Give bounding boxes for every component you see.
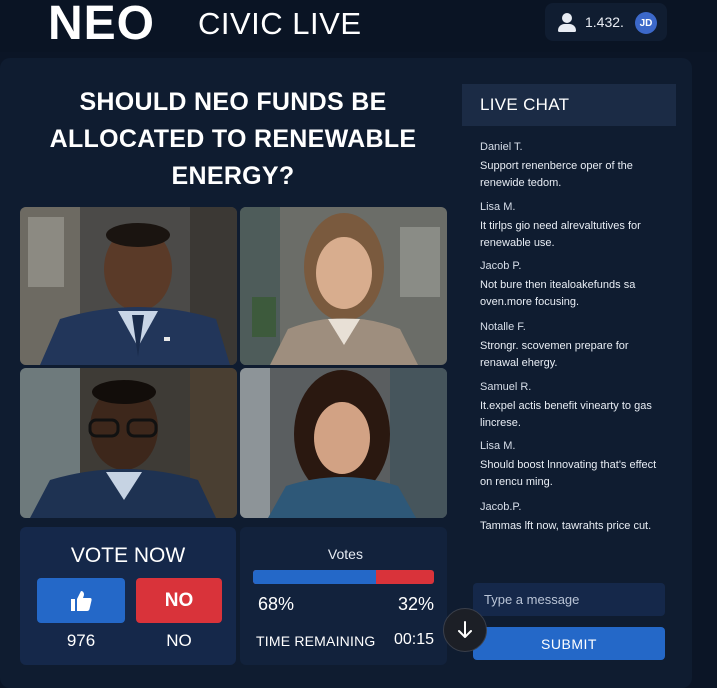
chat-author: Lisa M. bbox=[480, 440, 516, 452]
time-remaining-value: 00:15 bbox=[393, 631, 434, 648]
chat-message: Lisa M. It tirlps gio need alrevaltutive… bbox=[480, 200, 670, 252]
person-icon bbox=[557, 12, 577, 32]
chat-text: Tammas lft now, tawrahts price cut. bbox=[480, 520, 652, 532]
yes-percentage: 68% bbox=[258, 594, 295, 614]
video-tile-participant-2[interactable] bbox=[240, 207, 447, 365]
top-header: NEO CIVIC LIVE 1.432. JD bbox=[0, 0, 717, 52]
chat-text: Strongr. scovemen prepare for renawal eh… bbox=[480, 340, 629, 369]
yes-vote-count: 976 bbox=[66, 631, 96, 650]
participant-1-video bbox=[20, 207, 237, 365]
chat-text: It tirlps gio need alrevaltutives for re… bbox=[480, 220, 641, 249]
time-remaining-label: TIME REMAINING bbox=[256, 633, 376, 649]
video-tile-participant-3[interactable] bbox=[20, 368, 237, 518]
chat-author: Lisa M. bbox=[480, 201, 516, 213]
results-panel: Votes 68% 32% TIME REMAINING 00:15 bbox=[240, 527, 447, 665]
vote-progress-bar bbox=[253, 570, 434, 584]
thumbs-up-icon bbox=[71, 590, 92, 611]
chat-message: Samuel R. It.expel actis benefit vineart… bbox=[480, 380, 670, 432]
live-chat-panel: LIVE CHAT Daniel T. Support renenberce o… bbox=[462, 84, 676, 564]
chat-submit-button[interactable]: SUBMIT bbox=[473, 627, 665, 660]
viewer-count: 1.432. bbox=[585, 14, 624, 30]
chat-author: Jacob P. bbox=[480, 260, 522, 272]
chat-message: Jacob.P. Tammas lft now, tawrahts price … bbox=[480, 500, 670, 535]
participant-3-video bbox=[20, 368, 237, 518]
chat-message: Lisa M. Should boost lnnovating that's e… bbox=[480, 439, 670, 491]
video-tile-participant-1[interactable] bbox=[20, 207, 237, 365]
neo-logo: NEO bbox=[48, 0, 156, 50]
chat-text: Support renenberce oper of the renewide … bbox=[480, 160, 633, 189]
chat-author: Notalle F. bbox=[480, 321, 526, 333]
chat-text: It.expel actis benefit vinearty to gas l… bbox=[480, 400, 652, 429]
debate-question: SHOULD NEO FUNDS BE ALLOCATED TO RENEWAB… bbox=[49, 88, 417, 190]
no-percentage: 32% bbox=[397, 594, 434, 614]
vote-yes-button[interactable] bbox=[37, 578, 125, 623]
video-tile-participant-4[interactable] bbox=[240, 368, 447, 518]
chat-message-input[interactable] bbox=[473, 583, 665, 616]
chat-title: LIVE CHAT bbox=[462, 84, 676, 126]
participant-4-video bbox=[240, 368, 447, 518]
brand-title: CIVIC LIVE bbox=[198, 6, 362, 41]
chat-message: Notalle F. Strongr. scovemen prepare for… bbox=[480, 320, 670, 372]
chat-author: Samuel R. bbox=[480, 381, 532, 393]
user-avatar[interactable]: JD bbox=[635, 12, 657, 34]
vote-no-button[interactable]: NO bbox=[136, 578, 222, 623]
participant-2-video bbox=[240, 207, 447, 365]
no-vote-count: NO bbox=[166, 631, 192, 650]
vote-panel: VOTE NOW NO 976 NO bbox=[20, 527, 236, 665]
chat-author: Daniel T. bbox=[480, 141, 523, 153]
arrow-down-icon bbox=[458, 621, 472, 638]
chat-message: Jacob P. Not bure then itealoakefunds sa… bbox=[480, 259, 670, 311]
scroll-down-button[interactable] bbox=[443, 608, 487, 652]
vote-title: VOTE NOW bbox=[70, 544, 186, 567]
chat-text: Should boost lnnovating that's effect on… bbox=[480, 459, 657, 488]
votes-label: Votes bbox=[324, 546, 363, 562]
chat-message: Daniel T. Support renenberce oper of the… bbox=[480, 140, 670, 192]
vote-progress-yes-fill bbox=[253, 570, 377, 584]
chat-author: Jacob.P. bbox=[480, 501, 522, 513]
chat-text: Not bure then itealoakefunds sa oven.mor… bbox=[480, 279, 636, 308]
